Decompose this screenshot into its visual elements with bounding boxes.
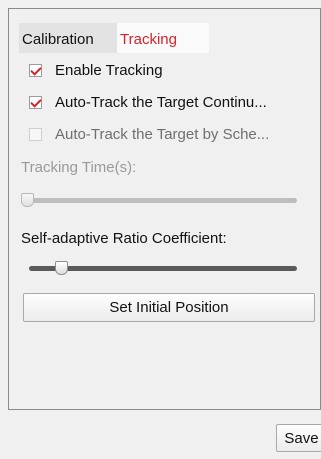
tracking-time-label: Tracking Time(s): (21, 159, 137, 176)
ratio-coefficient-label: Self-adaptive Ratio Coefficient: (21, 230, 227, 247)
enable-tracking-label: Enable Tracking (55, 61, 163, 79)
ratio-coefficient-slider-thumb[interactable] (55, 261, 69, 275)
auto-track-schedule-checkbox (29, 127, 42, 141)
tracking-time-slider-track (27, 198, 297, 203)
save-button[interactable]: Save (276, 424, 321, 452)
set-initial-position-button[interactable]: Set Initial Position (23, 293, 315, 322)
enable-tracking-checkbox[interactable] (29, 63, 42, 77)
auto-track-continuous-option[interactable]: Auto-Track the Target Continu... (29, 91, 267, 113)
tracking-time-slider-thumb (21, 193, 34, 207)
auto-track-schedule-option: Auto-Track the Target by Sche... (29, 123, 269, 145)
auto-track-continuous-checkbox[interactable] (29, 95, 42, 109)
enable-tracking-option[interactable]: Enable Tracking (29, 59, 163, 81)
ratio-coefficient-slider-track[interactable] (29, 266, 297, 271)
tab-tracking[interactable]: Tracking (117, 23, 209, 53)
auto-track-schedule-label: Auto-Track the Target by Sche... (55, 125, 270, 143)
tab-calibration[interactable]: Calibration (19, 23, 117, 53)
tracking-panel: Calibration Tracking Enable Tracking Aut… (8, 8, 321, 410)
auto-track-continuous-label: Auto-Track the Target Continu... (55, 93, 267, 111)
